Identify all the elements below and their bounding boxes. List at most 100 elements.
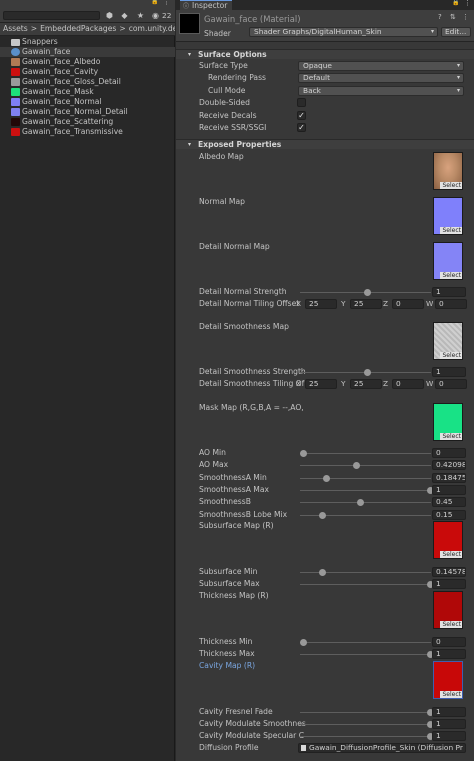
detail-smoothness-strength-slider-handle[interactable] bbox=[363, 369, 371, 376]
cavity-smoothness-slider-track[interactable] bbox=[300, 724, 431, 725]
breadcrumb-item[interactable]: com.unity.demo bbox=[129, 24, 175, 33]
select-texture-button[interactable]: Select bbox=[440, 352, 462, 359]
menu-kebab-icon[interactable]: ⋮ bbox=[163, 0, 170, 6]
filter-type-icon[interactable]: ⬢ bbox=[104, 10, 115, 21]
subsurface-max-slider-track[interactable] bbox=[300, 584, 431, 585]
ao-max-slider-field[interactable]: 0.42098 bbox=[432, 460, 466, 470]
subsurface-map-slot[interactable]: Select bbox=[433, 521, 463, 559]
filter-label-icon[interactable]: ◆ bbox=[119, 10, 130, 21]
breadcrumb-item[interactable]: Assets bbox=[3, 24, 28, 33]
shader-dropdown[interactable]: Shader Graphs/DigitalHuman_Skin ▾ bbox=[249, 27, 438, 37]
asset-item[interactable]: Gawain_face_Albedo bbox=[0, 57, 175, 67]
tab-inspector[interactable]: ⓘ Inspector bbox=[180, 0, 232, 10]
select-texture-button[interactable]: Select bbox=[440, 272, 462, 279]
receive-decals-checkbox[interactable]: ✓ bbox=[297, 111, 306, 120]
detail-normal-strength-slider-handle[interactable] bbox=[363, 289, 371, 296]
mask-map-slot[interactable]: Select bbox=[433, 403, 463, 441]
cavity-map-slot[interactable]: Select bbox=[433, 661, 463, 699]
select-texture-button[interactable]: Select bbox=[440, 551, 462, 558]
thickness-min-slider-handle[interactable] bbox=[300, 639, 307, 646]
asset-item[interactable]: Gawain_face bbox=[0, 47, 175, 57]
diffusion-profile-field[interactable]: Gawain_DiffusionProfile_Skin (Diffusion … bbox=[298, 743, 466, 753]
asset-item[interactable]: Gawain_face_Normal_Detail bbox=[0, 107, 175, 117]
asset-item[interactable]: Gawain_face_Mask bbox=[0, 87, 175, 97]
asset-item[interactable]: Gawain_face_Cavity bbox=[0, 67, 175, 77]
smoothness-b-lobe-slider-field[interactable]: 0.15 bbox=[432, 510, 466, 520]
ao-max-slider-handle[interactable] bbox=[353, 462, 361, 469]
detail-smoothness-strength-slider-field[interactable]: 1 bbox=[432, 367, 466, 377]
search-input[interactable] bbox=[3, 11, 100, 20]
surface-options-foldout[interactable]: ▾ Surface Options bbox=[176, 49, 474, 59]
lock-icon[interactable]: 🔒 bbox=[151, 0, 158, 5]
double-sided-checkbox[interactable] bbox=[297, 98, 306, 107]
ao-min-slider-field[interactable]: 0 bbox=[432, 448, 466, 458]
exposed-properties-foldout[interactable]: ▾ Exposed Properties bbox=[176, 139, 474, 149]
ao-min-slider-handle[interactable] bbox=[300, 450, 307, 457]
subsurface-min-slider-field[interactable]: 0.14578 bbox=[432, 567, 466, 577]
select-texture-button[interactable]: Select bbox=[440, 227, 462, 234]
cavity-fresnel-slider-track[interactable] bbox=[300, 712, 431, 713]
menu-kebab-icon[interactable]: ⋮ bbox=[464, 0, 471, 7]
smoothness-b-slider-handle[interactable] bbox=[357, 499, 365, 506]
asset-item[interactable]: Gawain_face_Normal bbox=[0, 97, 175, 107]
cavity-fresnel-slider-field[interactable]: 1 bbox=[432, 707, 466, 717]
smoothness-a-min-slider-field[interactable]: 0.18475 bbox=[432, 473, 466, 483]
detail-smoothness-tiling-y-field[interactable]: 25 bbox=[350, 379, 382, 389]
detail-smoothness-tiling-w-field[interactable]: 0 bbox=[435, 379, 467, 389]
thickness-min-slider-track[interactable] bbox=[300, 642, 431, 643]
surface-type-label: Surface Type bbox=[199, 61, 248, 70]
smoothness-b-slider-track[interactable] bbox=[300, 502, 431, 503]
normal-map-label: Normal Map bbox=[199, 197, 245, 206]
favorite-star-icon[interactable]: ★ bbox=[135, 10, 146, 21]
rendering-pass-dropdown[interactable]: Default ▾ bbox=[298, 73, 464, 83]
surface-type-dropdown[interactable]: Opaque ▾ bbox=[298, 61, 464, 71]
normal-map-slot[interactable]: Select bbox=[433, 197, 463, 235]
subsurface-max-slider-field[interactable]: 1 bbox=[432, 579, 466, 589]
select-texture-button[interactable]: Select bbox=[440, 691, 462, 698]
smoothness-a-min-slider-handle[interactable] bbox=[322, 475, 330, 482]
edit-shader-button[interactable]: Edit... bbox=[441, 27, 471, 37]
visibility-icon[interactable]: ◉ bbox=[150, 10, 161, 21]
preset-icon[interactable]: ⇅ bbox=[450, 13, 456, 21]
thickness-map-slot[interactable]: Select bbox=[433, 591, 463, 629]
smoothness-b-lobe-slider-handle[interactable] bbox=[319, 512, 327, 519]
smoothness-a-max-slider-track[interactable] bbox=[300, 490, 431, 491]
asset-item[interactable]: Snappers bbox=[0, 37, 175, 47]
detail-normal-strength-slider-field[interactable]: 1 bbox=[432, 287, 466, 297]
detail-smoothness-tiling-z-field[interactable]: 0 bbox=[392, 379, 424, 389]
select-texture-button[interactable]: Select bbox=[440, 621, 462, 628]
detail-normal-tiling-z-field[interactable]: 0 bbox=[392, 299, 424, 309]
detail-smoothness-map-slot[interactable]: Select bbox=[433, 322, 463, 360]
menu-kebab-icon[interactable]: ⋮ bbox=[462, 13, 469, 21]
detail-normal-tiling-x-field[interactable]: 25 bbox=[305, 299, 337, 309]
detail-normal-map-slot[interactable]: Select bbox=[433, 242, 463, 280]
thickness-max-slider-track[interactable] bbox=[300, 654, 431, 655]
ao-min-slider-track[interactable] bbox=[300, 453, 431, 454]
receive-ssr-checkbox[interactable]: ✓ bbox=[297, 123, 306, 132]
select-texture-button[interactable]: Select bbox=[440, 182, 462, 189]
smoothness-a-min-slider-track[interactable] bbox=[300, 478, 431, 479]
ao-max-slider-track[interactable] bbox=[300, 465, 431, 466]
cavity-smoothness-slider-field[interactable]: 1 bbox=[432, 719, 466, 729]
asset-item[interactable]: Gawain_face_Gloss_Detail bbox=[0, 77, 175, 87]
detail-normal-tiling-w-field[interactable]: 0 bbox=[435, 299, 467, 309]
subsurface-min-slider-handle[interactable] bbox=[319, 569, 327, 576]
detail-normal-tiling-y-label: Y bbox=[341, 299, 346, 308]
smoothness-a-max-slider-field[interactable]: 1 bbox=[432, 485, 466, 495]
thickness-min-slider-field[interactable]: 0 bbox=[432, 637, 466, 647]
detail-smoothness-tiling-x-field[interactable]: 25 bbox=[305, 379, 337, 389]
lock-icon[interactable]: 🔒 bbox=[452, 0, 459, 6]
cavity-specular-slider-field[interactable]: 1 bbox=[432, 731, 466, 741]
texture-icon bbox=[11, 88, 20, 96]
asset-item[interactable]: Gawain_face_Transmissive bbox=[0, 127, 175, 137]
help-icon[interactable]: ? bbox=[438, 13, 442, 21]
select-texture-button[interactable]: Select bbox=[440, 433, 462, 440]
detail-normal-tiling-y-field[interactable]: 25 bbox=[350, 299, 382, 309]
smoothness-b-slider-field[interactable]: 0.45 bbox=[432, 497, 466, 507]
cavity-specular-slider-track[interactable] bbox=[300, 736, 431, 737]
albedo-map-slot[interactable]: Select bbox=[433, 152, 463, 190]
cull-mode-dropdown[interactable]: Back ▾ bbox=[298, 86, 464, 96]
asset-item[interactable]: Gawain_face_Scattering bbox=[0, 117, 175, 127]
thickness-max-slider-field[interactable]: 1 bbox=[432, 649, 466, 659]
breadcrumb-item[interactable]: EmbeddedPackages bbox=[40, 24, 116, 33]
